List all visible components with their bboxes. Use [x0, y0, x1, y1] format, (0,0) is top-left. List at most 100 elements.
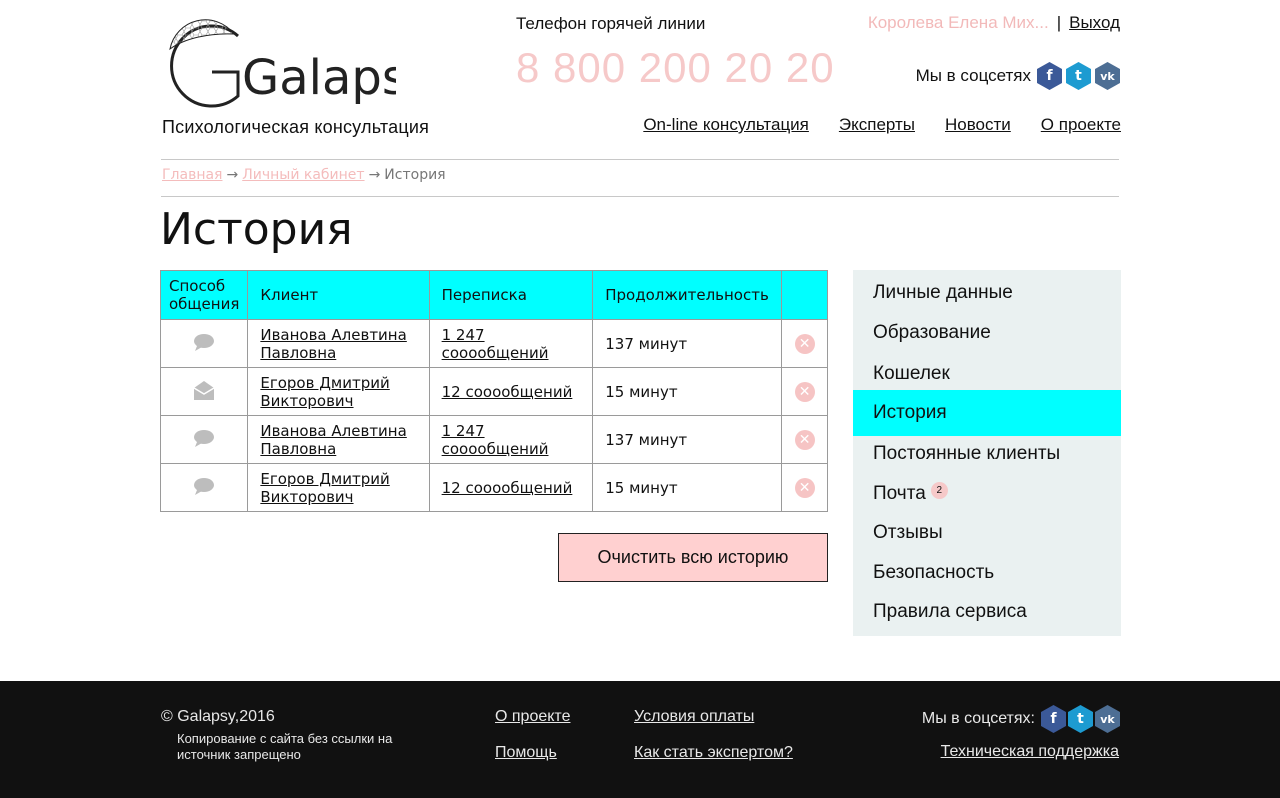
method-cell [159, 319, 249, 368]
footer-social-label: Мы в соцсетях: [921, 710, 1035, 727]
nav-news[interactable]: Новости [945, 115, 1011, 135]
twitter-icon[interactable]: t [1068, 705, 1093, 733]
messages-cell: 1 247 сооообщений [428, 415, 594, 464]
method-cell [159, 367, 249, 416]
messages-cell: 12 сооообщений [428, 367, 594, 416]
delete-cell: ✕ [781, 367, 828, 416]
header-actions [781, 270, 828, 320]
delete-icon[interactable]: ✕ [794, 381, 815, 402]
nav-about[interactable]: О проекте [1041, 115, 1121, 135]
sidebar-item-regular-clients[interactable]: Постоянные клиенты [853, 434, 1121, 474]
sidebar-item-history[interactable]: История [853, 390, 1121, 436]
logo-wordmark: Galapsy [242, 50, 396, 106]
messages-link[interactable]: 12 сооообщений [442, 383, 573, 401]
sidebar-item-wallet[interactable]: Кошелек [853, 354, 1121, 394]
hotline-phone[interactable]: 8 800 200 20 20 [516, 44, 835, 92]
tagline: Психологическая консультация [162, 117, 430, 137]
table-row: Егоров Дмитрий Викторович 12 сооообщений… [159, 367, 828, 416]
delete-icon[interactable]: ✕ [794, 429, 815, 450]
header-social: Мы в соцсетях f t vk [916, 62, 1120, 90]
user-bar: Королева Елена Мих... | Выход [868, 13, 1120, 33]
facebook-icon[interactable]: f [1041, 705, 1066, 733]
header-messages: Переписка [428, 270, 594, 320]
sidebar-item-education[interactable]: Образование [853, 313, 1121, 353]
client-link[interactable]: Егоров Дмитрий Викторович [260, 374, 416, 410]
facebook-icon[interactable]: f [1037, 62, 1062, 90]
chat-bubble-icon [194, 429, 215, 447]
main-nav: On-line консультация Эксперты Новости О … [643, 115, 1121, 135]
client-link[interactable]: Иванова Алевтина Павловна [260, 422, 416, 458]
header-method: Способ общения [159, 270, 249, 320]
method-cell [159, 415, 249, 464]
footer-copy-note: Копирование с сайта без ссылки на источн… [177, 731, 393, 762]
delete-icon[interactable]: ✕ [794, 333, 815, 354]
hotline-label: Телефон горячей линии [516, 14, 706, 33]
clear-history-button[interactable]: Очистить всю историю [558, 533, 828, 582]
delete-cell: ✕ [781, 319, 828, 368]
breadcrumb-cabinet[interactable]: Личный кабинет [242, 167, 364, 183]
logout-link[interactable]: Выход [1069, 13, 1120, 33]
mail-count-badge: 2 [930, 481, 948, 499]
messages-link[interactable]: 12 сооообщений [442, 479, 573, 497]
chat-bubble-icon [194, 333, 215, 351]
messages-link[interactable]: 1 247 сооообщений [442, 326, 549, 362]
footer-link-become-expert[interactable]: Как стать экспертом? [634, 744, 793, 762]
sidebar-item-label: Кошелек [873, 363, 950, 384]
header-client: Клиент [247, 270, 430, 320]
galapsy-logo[interactable]: Galapsy [160, 14, 435, 116]
sidebar-item-personal-data[interactable]: Личные данные [853, 273, 1121, 313]
twitter-icon[interactable]: t [1066, 62, 1091, 90]
duration-cell: 137 минут [592, 319, 783, 368]
chat-bubble-icon [194, 477, 215, 495]
client-cell: Егоров Дмитрий Викторович [247, 463, 430, 512]
social-label: Мы в соцсетях [915, 66, 1031, 85]
envelope-open-icon [193, 380, 215, 400]
divider-bottom [161, 196, 1119, 197]
delete-cell: ✕ [781, 415, 828, 464]
breadcrumb: Главная → Личный кабинет → История [162, 167, 446, 183]
user-name-link[interactable]: Королева Елена Мих... [868, 13, 1049, 33]
page-title: История [160, 204, 353, 255]
history-table: Способ общения Клиент Переписка Продолжи… [159, 270, 828, 512]
sidebar-item-label: Правила сервиса [873, 601, 1027, 622]
footer-link-payment[interactable]: Условия оплаты [634, 708, 754, 726]
sidebar-item-label: Постоянные клиенты [873, 443, 1061, 464]
sidebar-item-reviews[interactable]: Отзывы [853, 513, 1121, 553]
account-sidebar: Личные данные Образование Кошелек Истори… [853, 270, 1121, 636]
vk-icon[interactable]: vk [1095, 705, 1120, 733]
client-cell: Иванова Алевтина Павловна [247, 319, 430, 368]
delete-cell: ✕ [781, 463, 828, 512]
messages-cell: 12 сооообщений [428, 463, 594, 512]
sidebar-item-rules[interactable]: Правила сервиса [853, 592, 1121, 632]
footer-link-about[interactable]: О проекте [495, 708, 570, 726]
sidebar-item-label: Почта [873, 483, 926, 504]
sidebar-item-mail[interactable]: Почта 2 [853, 474, 1121, 514]
footer-copyright: © Galapsy,2016 [161, 708, 275, 725]
nav-experts[interactable]: Эксперты [839, 115, 915, 135]
header-duration: Продолжительность [592, 270, 783, 320]
sidebar-item-label: Образование [873, 322, 991, 343]
duration-cell: 137 минут [592, 415, 783, 464]
method-cell [159, 463, 249, 512]
client-cell: Иванова Алевтина Павловна [247, 415, 430, 464]
client-link[interactable]: Егоров Дмитрий Викторович [260, 470, 416, 506]
table-row: Егоров Дмитрий Викторович 12 сооообщений… [159, 463, 828, 512]
breadcrumb-home[interactable]: Главная [162, 167, 222, 183]
table-row: Иванова Алевтина Павловна 1 247 сооообще… [159, 319, 828, 368]
duration-cell: 15 минут [592, 367, 783, 416]
client-link[interactable]: Иванова Алевтина Павловна [260, 326, 416, 362]
sidebar-item-label: Личные данные [873, 282, 1013, 303]
divider-top [161, 159, 1119, 160]
delete-icon[interactable]: ✕ [794, 477, 815, 498]
messages-cell: 1 247 сооообщений [428, 319, 594, 368]
footer-support-link[interactable]: Техническая поддержка [941, 743, 1119, 761]
breadcrumb-arrow: → [226, 167, 239, 183]
sidebar-item-security[interactable]: Безопасность [853, 553, 1121, 593]
messages-link[interactable]: 1 247 сооообщений [442, 422, 549, 458]
vk-icon[interactable]: vk [1095, 62, 1120, 90]
sidebar-item-label: Отзывы [873, 522, 943, 543]
table-row: Иванова Алевтина Павловна 1 247 сооообще… [159, 415, 828, 464]
nav-online-consultation[interactable]: On-line консультация [643, 115, 809, 135]
footer-link-help[interactable]: Помощь [495, 744, 557, 762]
duration-cell: 15 минут [592, 463, 783, 512]
